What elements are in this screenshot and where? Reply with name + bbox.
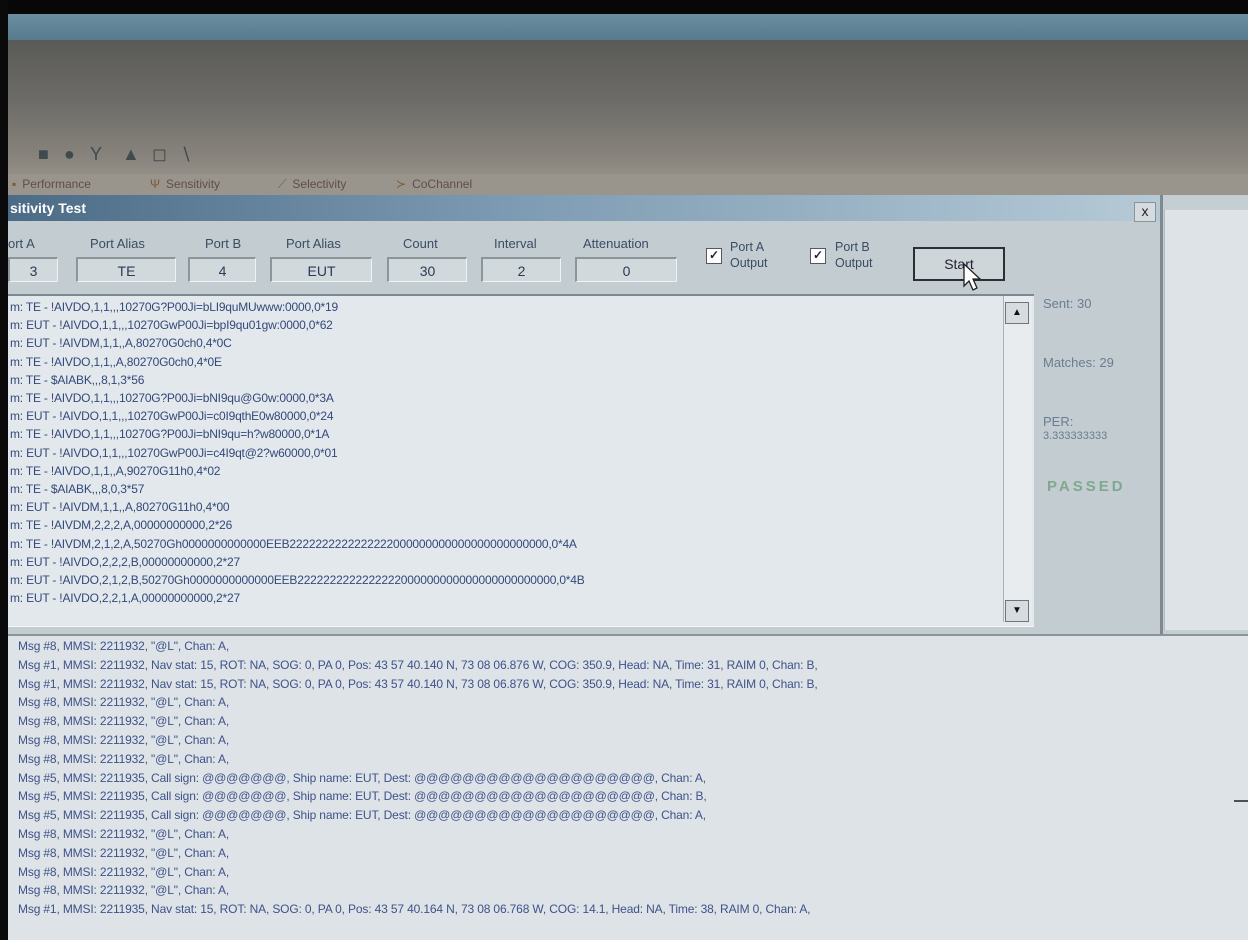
count-input[interactable]: 30 [387, 257, 467, 282]
log-line: m: EUT - !AIVDO,2,2,1,A,00000000000,2*27 [10, 591, 240, 606]
port-b-output-checkbox[interactable]: ✓ [810, 248, 826, 264]
count-label: Count [403, 236, 438, 251]
log-line: m: TE - !AIVDO,1,1,,,10270G?P00Ji=bLI9qu… [10, 300, 338, 314]
tab-selectivity[interactable]: ⟋ Selectivity [278, 177, 346, 192]
log-line: m: TE - !AIVDO,1,1,,,10270G?P00Ji=bNI9qu… [10, 427, 330, 442]
start-button[interactable]: Start [913, 247, 1005, 281]
port-a-output-label-line2: Output [730, 256, 768, 270]
sensitivity-icon: Ψ [150, 177, 161, 191]
message-line: Msg #1, MMSI: 2211932, Nav stat: 15, ROT… [18, 657, 818, 672]
log-line: m: TE - !AIVDO,1,1,,A,80270G0ch0,4*0E [10, 354, 222, 369]
message-line: Msg #8, MMSI: 2211932, "@L", Chan: A, [18, 845, 230, 860]
monitor-screen: ■ ● Y ▲ ◻ ∖ ▪ Performance Ψ Sensitivity ⟋ S… [0, 0, 1248, 940]
decoded-messages-panel[interactable]: Msg #8, MMSI: 2211932, "@L", Chan: A, Msg… [8, 634, 1248, 940]
message-line: Msg #1, MMSI: 2211932, Nav stat: 15, ROT… [18, 676, 818, 691]
log-line: m: EUT - !AIVDO,1,1,,,10270GwP00Ji=bpI9q… [10, 318, 333, 333]
port-a-output-label-line1: Port A [730, 240, 765, 254]
log-line: m: TE - $AIABK,,,8,0,3*57 [10, 482, 145, 496]
log-line: m: TE - !AIVDO,1,1,,A,90270G11h0,4*02 [10, 463, 221, 478]
log-line: m: EUT - !AIVDO,1,1,,,10270GwP00Ji=c4I9q… [10, 445, 338, 460]
dialog-title: sitivity Test [8, 195, 1160, 221]
app-tab-bar: ▪ Performance Ψ Sensitivity ⟋ Selectivity ≻… [8, 174, 1248, 196]
port-a-output-checkbox[interactable]: ✓ [706, 248, 722, 264]
message-line: Msg #8, MMSI: 2211932, "@L", Chan: A, [18, 827, 230, 841]
cochannel-icon: ≻ [396, 177, 407, 191]
message-line: Msg #5, MMSI: 2211935, Call sign: @@@@@@… [18, 770, 706, 785]
toolbar-icon-6[interactable]: ∖ [180, 144, 191, 165]
port-b-output-label-line2: Output [835, 256, 873, 270]
log-scrollbar[interactable] [1003, 296, 1032, 622]
message-line: Msg #8, MMSI: 2211932, "@L", Chan: A, [18, 733, 230, 747]
log-line: m: EUT - !AIVDO,1,1,,,10270GwP00Ji=c0I9q… [10, 409, 334, 424]
message-line: Msg #5, MMSI: 2211935, Call sign: @@@@@@… [18, 808, 706, 823]
toolbar-icon-5[interactable]: ◻ [152, 144, 167, 165]
mouse-cursor-icon [963, 262, 982, 291]
port-b-output-label-line1: Port B [835, 240, 870, 254]
port-a-output-label: Port A Output [730, 239, 768, 271]
close-button[interactable]: x [1134, 202, 1156, 222]
toolbar-icon-1[interactable]: ■ [38, 144, 49, 165]
port-a-label: ort A [8, 236, 35, 251]
message-line: Msg #1, MMSI: 2211935, Nav stat: 15, ROT… [18, 902, 811, 917]
antenna-icon[interactable]: Y [90, 144, 102, 165]
background-window-panel [1164, 210, 1248, 630]
message-line: Msg #5, MMSI: 2211935, Call sign: @@@@@@… [18, 789, 707, 804]
log-line: m: EUT - !AIVDM,1,1,,A,80270G0ch0,4*0C [10, 336, 232, 351]
log-line: m: TE - $AIABK,,,8,1,3*56 [10, 372, 145, 387]
log-line: m: EUT - !AIVDO,2,1,2,B,50270Gh000000000… [10, 573, 585, 587]
app-title-bar [8, 14, 1248, 40]
log-line: m: TE - !AIVDM,2,2,2,A,00000000000,2*26 [10, 518, 233, 533]
log-line: m: TE - !AIVDM,2,1,2,A,50270Gh0000000000… [10, 536, 577, 551]
monitor-bezel [0, 0, 1248, 14]
toolbar-icon-2[interactable]: ● [64, 144, 75, 165]
message-line: Msg #8, MMSI: 2211932, "@L", Chan: A, [18, 695, 230, 710]
scroll-down-button[interactable]: ▼ [1005, 600, 1029, 622]
message-line: Msg #8, MMSI: 2211932, "@L", Chan: A, [18, 639, 230, 653]
attenuation-label: Attenuation [583, 236, 649, 251]
selectivity-icon: ⟋ [278, 177, 287, 191]
log-line: m: EUT - !AIVDM,1,1,,A,80270G11h0,4*00 [10, 500, 230, 515]
tab-performance[interactable]: ▪ Performance [12, 177, 91, 191]
message-line: Msg #8, MMSI: 2211932, "@L", Chan: A, [18, 883, 230, 898]
port-a-alias-input[interactable]: TE [76, 257, 176, 282]
port-b-alias-label: Port Alias [286, 236, 341, 251]
log-line: m: EUT - !AIVDO,2,2,2,B,00000000000,2*27 [10, 554, 240, 569]
monitor-bezel-left [0, 0, 8, 940]
matches-count: Matches: 29 [1043, 355, 1114, 370]
ship-icon[interactable]: ▲ [122, 144, 140, 165]
panel-divider [1234, 800, 1248, 802]
interval-input[interactable]: 2 [481, 257, 561, 282]
port-b-input[interactable]: 4 [188, 257, 256, 282]
port-a-alias-label: Port Alias [90, 236, 145, 251]
message-line: Msg #8, MMSI: 2211932, "@L", Chan: A, [18, 751, 230, 766]
port-b-label: Port B [205, 236, 242, 251]
message-line: Msg #8, MMSI: 2211932, "@L", Chan: A, [18, 714, 230, 729]
interval-label: Interval [494, 236, 537, 251]
port-b-output-label: Port B Output [835, 239, 873, 271]
performance-icon: ▪ [12, 177, 17, 191]
tab-cochannel[interactable]: ≻ CoChannel [396, 177, 472, 191]
per-label: PER: [1043, 414, 1074, 429]
message-line: Msg #8, MMSI: 2211932, "@L", Chan: A, [18, 864, 230, 879]
sent-count: Sent: 30 [1043, 296, 1092, 311]
scroll-up-button[interactable]: ▲ [1005, 302, 1029, 324]
log-line: m: TE - !AIVDO,1,1,,,10270G?P00Ji=bNI9qu… [10, 391, 334, 405]
port-a-input[interactable]: 3 [8, 257, 58, 282]
message-log[interactable]: m: TE - !AIVDO,1,1,,,10270G?P00Ji=bLI9qu… [8, 294, 1034, 627]
tab-sensitivity[interactable]: Ψ Sensitivity [150, 177, 220, 191]
app-toolbar: ■ ● Y ▲ ◻ ∖ [8, 40, 1248, 182]
attenuation-input[interactable]: 0 [575, 257, 677, 282]
port-b-alias-input[interactable]: EUT [270, 257, 372, 282]
per-value: 3.333333333 [1043, 430, 1108, 442]
result-status: PASSED [1047, 478, 1126, 495]
